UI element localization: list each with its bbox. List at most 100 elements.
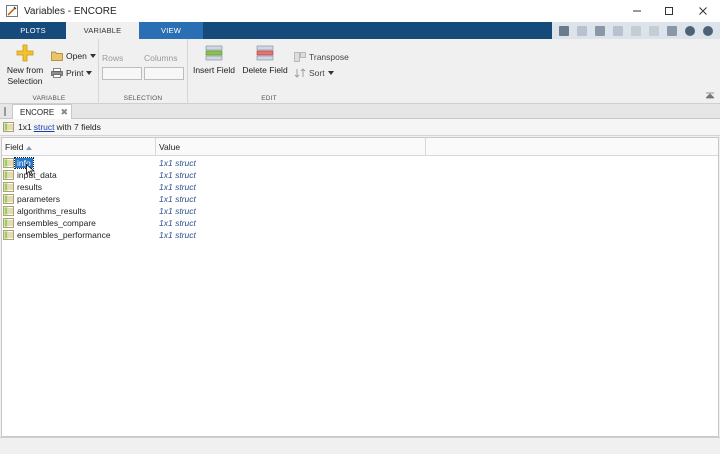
document-tab-bar: ENCORE ✖: [0, 104, 720, 119]
value-cell[interactable]: 1x1 struct: [159, 181, 196, 193]
field-name: input_data: [17, 170, 57, 180]
chevron-down-icon: [89, 54, 96, 58]
folder-open-icon: [51, 51, 63, 61]
print-label: Print: [66, 68, 84, 78]
transpose-button[interactable]: Transpose: [294, 52, 349, 62]
info-size: 1x1: [18, 122, 32, 132]
sort-icon: [294, 68, 306, 78]
field-cell[interactable]: ensembles_compare: [3, 217, 96, 229]
close-window-button[interactable]: [686, 0, 720, 22]
tab-variable[interactable]: VARIABLE: [66, 22, 139, 39]
save-icon[interactable]: [559, 25, 569, 36]
column-header-value[interactable]: Value: [156, 138, 426, 156]
value-cell[interactable]: 1x1 struct: [159, 193, 196, 205]
copy-icon[interactable]: [595, 25, 605, 36]
struct-icon: [3, 122, 14, 132]
open-button[interactable]: Open: [51, 51, 96, 61]
minimize-button[interactable]: [620, 0, 654, 22]
tab-view[interactable]: VIEW: [139, 22, 203, 39]
chevron-down-icon: [86, 71, 93, 75]
delete-field-button[interactable]: Delete Field: [240, 44, 290, 76]
edit-group-label: EDIT: [261, 95, 277, 102]
window-layout-icon[interactable]: [667, 25, 677, 36]
table-row[interactable]: algorithms_results 1x1 struct: [2, 205, 718, 217]
redo-icon[interactable]: [649, 25, 659, 36]
rows-input[interactable]: [102, 67, 142, 80]
value-cell[interactable]: 1x1 struct: [159, 217, 196, 229]
value-cell[interactable]: 1x1 struct: [159, 157, 196, 169]
struct-icon: [3, 182, 14, 192]
window-title: Variables - ENCORE: [24, 5, 117, 17]
delete-field-icon: [256, 45, 274, 61]
transpose-icon: [294, 52, 306, 62]
collapse-ribbon-button[interactable]: [705, 91, 715, 99]
struct-table: Field Value info 1x1 struct input_data 1x1 …: [1, 137, 719, 437]
field-name: results: [17, 182, 43, 192]
cut-icon[interactable]: [577, 25, 587, 36]
value-cell[interactable]: 1x1 struct: [159, 205, 196, 217]
printer-icon: [51, 68, 63, 78]
field-cell[interactable]: algorithms_results: [3, 205, 86, 217]
undo-icon[interactable]: [631, 25, 641, 36]
column-header-field[interactable]: Field: [2, 138, 156, 156]
variable-group-label: VARIABLE: [32, 95, 66, 102]
selection-group: Rows Columns SELECTION: [99, 39, 188, 104]
table-row[interactable]: ensembles_performance 1x1 struct: [2, 229, 718, 241]
tab-encore[interactable]: ENCORE ✖: [12, 104, 72, 119]
field-cell[interactable]: results: [3, 181, 42, 193]
field-cell[interactable]: ensembles_performance: [3, 229, 111, 241]
new-from-selection-label-2: Selection: [7, 76, 43, 86]
rows-label: Rows: [102, 53, 124, 63]
tab-plots[interactable]: PLOTS: [0, 22, 66, 39]
sort-label: Sort: [309, 68, 325, 78]
table-header: Field Value: [2, 138, 718, 156]
maximize-button[interactable]: [652, 0, 686, 22]
struct-link[interactable]: struct: [34, 122, 55, 132]
sort-button[interactable]: Sort: [294, 68, 334, 78]
tab-encore-label: ENCORE: [20, 107, 55, 117]
value-cell[interactable]: 1x1 struct: [159, 229, 196, 241]
mouse-cursor-icon: [26, 164, 35, 176]
column-header-value-label: Value: [159, 142, 181, 152]
chevron-down-icon: [327, 71, 334, 75]
ribbon: New from Selection Open Print VARIABLE R…: [0, 39, 720, 104]
value-cell[interactable]: 1x1 struct: [159, 169, 196, 181]
paste-icon[interactable]: [613, 25, 623, 36]
title-bar: Variables - ENCORE: [0, 0, 720, 22]
new-from-selection-label-1: New from: [6, 65, 44, 75]
table-row[interactable]: parameters 1x1 struct: [2, 193, 718, 205]
table-row[interactable]: results 1x1 struct: [2, 181, 718, 193]
edit-group: Insert Field Delete Field Transpose Sort: [188, 39, 350, 104]
table-row[interactable]: ensembles_compare 1x1 struct: [2, 217, 718, 229]
field-cell[interactable]: parameters: [3, 193, 60, 205]
maximize-icon: [665, 7, 673, 15]
open-label: Open: [66, 51, 87, 61]
columns-label: Columns: [144, 53, 178, 63]
struct-icon: [3, 170, 14, 180]
new-from-selection-button[interactable]: New from Selection: [4, 44, 46, 87]
close-tab-icon[interactable]: ✖: [60, 107, 68, 118]
table-row[interactable]: input_data 1x1 struct: [2, 169, 718, 181]
print-button[interactable]: Print: [51, 68, 93, 78]
struct-icon: [3, 206, 14, 216]
help-icon[interactable]: [685, 25, 695, 36]
table-row[interactable]: info 1x1 struct: [2, 157, 718, 169]
variable-info-bar: 1x1 struct with 7 fields: [0, 119, 720, 136]
column-header-field-label: Field: [5, 142, 24, 152]
delete-field-label: Delete Field: [242, 65, 288, 75]
variable-group: New from Selection Open Print VARIABLE: [0, 39, 99, 104]
insert-field-label: Insert Field: [192, 65, 236, 75]
sort-ascending-icon: [26, 145, 33, 150]
info-fields-count: with 7 fields: [56, 122, 101, 132]
ribbon-tab-strip: PLOTS VARIABLE VIEW: [0, 22, 720, 39]
quick-access-toolbar: [552, 22, 720, 39]
settings-icon[interactable]: [703, 25, 713, 36]
tab-bar-handle: [4, 107, 6, 116]
columns-input[interactable]: [144, 67, 184, 80]
struct-icon: [3, 230, 14, 240]
close-icon: [699, 7, 707, 15]
selection-group-label: SELECTION: [123, 95, 163, 102]
insert-field-button[interactable]: Insert Field: [192, 44, 236, 76]
struct-icon: [3, 158, 14, 168]
status-bar: [0, 437, 720, 454]
